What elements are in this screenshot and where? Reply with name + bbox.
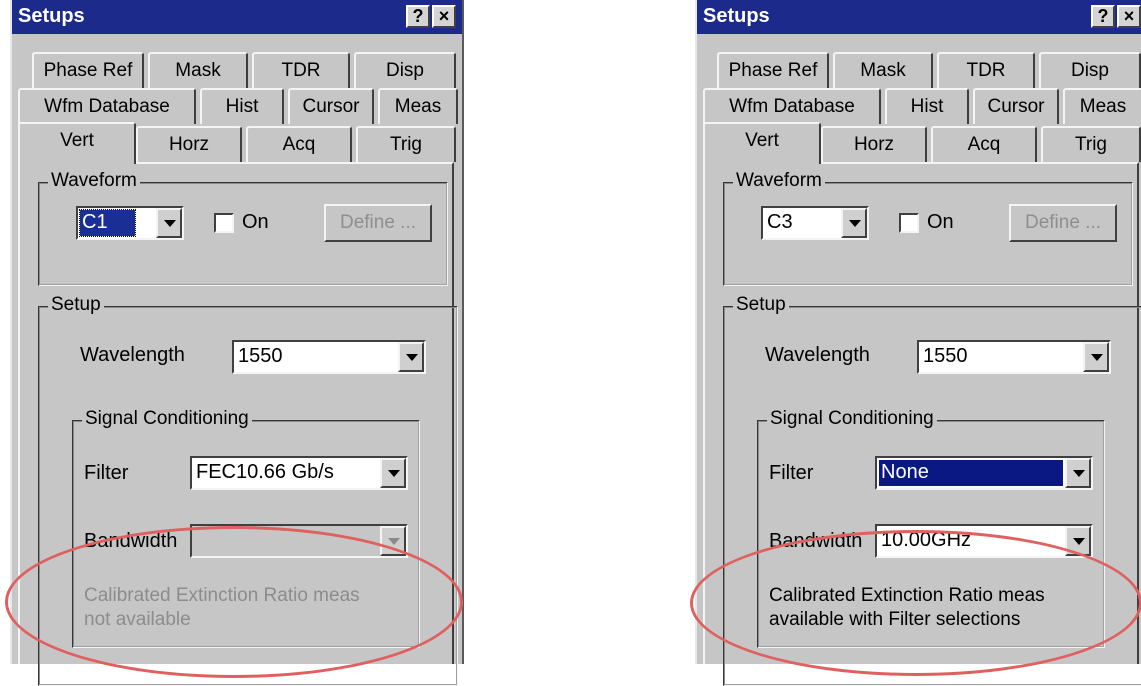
waveform-group-label: Waveform <box>48 170 140 192</box>
extinction-ratio-message: Calibrated Extinction Ratio meas not ava… <box>84 584 360 632</box>
tab-mask[interactable]: Mask <box>833 52 933 88</box>
tab-hist[interactable]: Hist <box>200 88 284 124</box>
define-button[interactable]: Define ... <box>1009 204 1117 242</box>
signal-conditioning-label: Signal Conditioning <box>82 408 252 430</box>
waveform-value: C1 <box>82 211 108 233</box>
define-button[interactable]: Define ... <box>324 204 432 242</box>
tab-tdr[interactable]: TDR <box>252 52 350 88</box>
tab-phase-ref[interactable]: Phase Ref <box>717 52 829 88</box>
setup-group: Setup Wavelength 1550 Signal Conditionin… <box>38 294 458 686</box>
window-title: Setups <box>703 5 770 27</box>
wavelength-select[interactable]: 1550 <box>917 340 1111 374</box>
message-line-2: not available <box>84 609 191 630</box>
setups-panel-left: Setups ? × Phase Ref Mask TDR Disp Wfm D… <box>10 0 464 686</box>
wavelength-select[interactable]: 1550 <box>232 340 426 374</box>
message-line-2: available with Filter selections <box>769 609 1021 630</box>
help-button[interactable]: ? <box>406 5 430 28</box>
chevron-down-icon[interactable] <box>156 208 182 238</box>
tab-phase-ref[interactable]: Phase Ref <box>32 52 144 88</box>
title-bar: Setups ? × <box>697 0 1141 34</box>
filter-value: None <box>881 461 929 483</box>
signal-conditioning-label: Signal Conditioning <box>767 408 937 430</box>
signal-conditioning-group: Signal Conditioning Filter FEC10.66 Gb/s… <box>72 408 420 648</box>
close-button[interactable]: × <box>1117 5 1141 28</box>
waveform-group: Waveform C3 On Define ... <box>723 170 1133 286</box>
bandwidth-label: Bandwidth <box>84 530 178 552</box>
tab-meas[interactable]: Meas <box>378 88 458 124</box>
tab-disp[interactable]: Disp <box>354 52 456 88</box>
tab-hist[interactable]: Hist <box>885 88 969 124</box>
vert-tab-content: Waveform C3 On Define ... Setup Waveleng… <box>703 162 1141 686</box>
chevron-down-icon[interactable] <box>1065 526 1091 556</box>
tab-acq[interactable]: Acq <box>931 126 1037 162</box>
chevron-down-icon[interactable] <box>1083 342 1109 372</box>
setup-group-label: Setup <box>733 294 789 316</box>
title-bar: Setups ? × <box>12 0 462 34</box>
tab-row-2: Wfm Database Hist Cursor Meas <box>703 88 1141 124</box>
tab-row-3: Vert Horz Acq Trig <box>18 122 456 164</box>
help-button[interactable]: ? <box>1091 5 1115 28</box>
tab-horz[interactable]: Horz <box>821 126 927 162</box>
tab-meas[interactable]: Meas <box>1063 88 1141 124</box>
window-title: Setups <box>18 5 85 27</box>
tab-trig[interactable]: Trig <box>1041 126 1141 162</box>
close-button[interactable]: × <box>432 5 456 28</box>
filter-select[interactable]: FEC10.66 Gb/s <box>190 456 408 490</box>
setups-panel-right: Setups ? × Phase Ref Mask TDR Disp Wfm D… <box>695 0 1141 686</box>
tab-vert[interactable]: Vert <box>18 122 136 164</box>
waveform-group: Waveform C1 On Define ... <box>38 170 448 286</box>
tab-vert[interactable]: Vert <box>703 122 821 164</box>
extinction-ratio-message: Calibrated Extinction Ratio meas availab… <box>769 584 1045 632</box>
tab-cursor[interactable]: Cursor <box>288 88 374 124</box>
on-label: On <box>927 211 954 233</box>
filter-select[interactable]: None <box>875 456 1093 490</box>
bandwidth-select[interactable]: 10.00GHz <box>875 524 1093 558</box>
message-line-1: Calibrated Extinction Ratio meas <box>769 585 1045 606</box>
on-checkbox[interactable] <box>899 213 919 233</box>
filter-label: Filter <box>84 462 129 484</box>
tab-row-1: Phase Ref Mask TDR Disp <box>18 52 456 88</box>
waveform-group-label: Waveform <box>733 170 825 192</box>
wavelength-label: Wavelength <box>80 344 185 366</box>
tab-row-1: Phase Ref Mask TDR Disp <box>703 52 1141 88</box>
tab-horz[interactable]: Horz <box>136 126 242 162</box>
signal-conditioning-group: Signal Conditioning Filter None Bandwidt… <box>757 408 1105 648</box>
waveform-select[interactable]: C3 <box>761 206 869 240</box>
bandwidth-select[interactable] <box>190 524 408 558</box>
waveform-value: C3 <box>767 211 793 233</box>
tab-tdr[interactable]: TDR <box>937 52 1035 88</box>
waveform-select[interactable]: C1 <box>76 206 184 240</box>
chevron-down-icon[interactable] <box>398 342 424 372</box>
tab-row-2: Wfm Database Hist Cursor Meas <box>18 88 458 124</box>
chevron-down-icon[interactable] <box>380 526 406 556</box>
on-label: On <box>242 211 269 233</box>
setup-group: Setup Wavelength 1550 Signal Conditionin… <box>723 294 1141 686</box>
setup-group-label: Setup <box>48 294 104 316</box>
bandwidth-value: 10.00GHz <box>881 529 972 551</box>
tab-mask[interactable]: Mask <box>148 52 248 88</box>
chevron-down-icon[interactable] <box>380 458 406 488</box>
chevron-down-icon[interactable] <box>841 208 867 238</box>
wavelength-value: 1550 <box>923 345 968 367</box>
tab-row-3: Vert Horz Acq Trig <box>703 122 1141 164</box>
tab-cursor[interactable]: Cursor <box>973 88 1059 124</box>
tab-wfm-database[interactable]: Wfm Database <box>18 88 196 124</box>
wavelength-value: 1550 <box>238 345 283 367</box>
bandwidth-label: Bandwidth <box>769 530 863 552</box>
tab-acq[interactable]: Acq <box>246 126 352 162</box>
wavelength-label: Wavelength <box>765 344 870 366</box>
message-line-1: Calibrated Extinction Ratio meas <box>84 585 360 606</box>
vert-tab-content: Waveform C1 On Define ... Setup Waveleng… <box>18 162 458 686</box>
chevron-down-icon[interactable] <box>1065 458 1091 488</box>
filter-value: FEC10.66 Gb/s <box>196 461 334 483</box>
tab-trig[interactable]: Trig <box>356 126 456 162</box>
tab-disp[interactable]: Disp <box>1039 52 1141 88</box>
on-checkbox[interactable] <box>214 213 234 233</box>
filter-label: Filter <box>769 462 814 484</box>
tab-wfm-database[interactable]: Wfm Database <box>703 88 881 124</box>
